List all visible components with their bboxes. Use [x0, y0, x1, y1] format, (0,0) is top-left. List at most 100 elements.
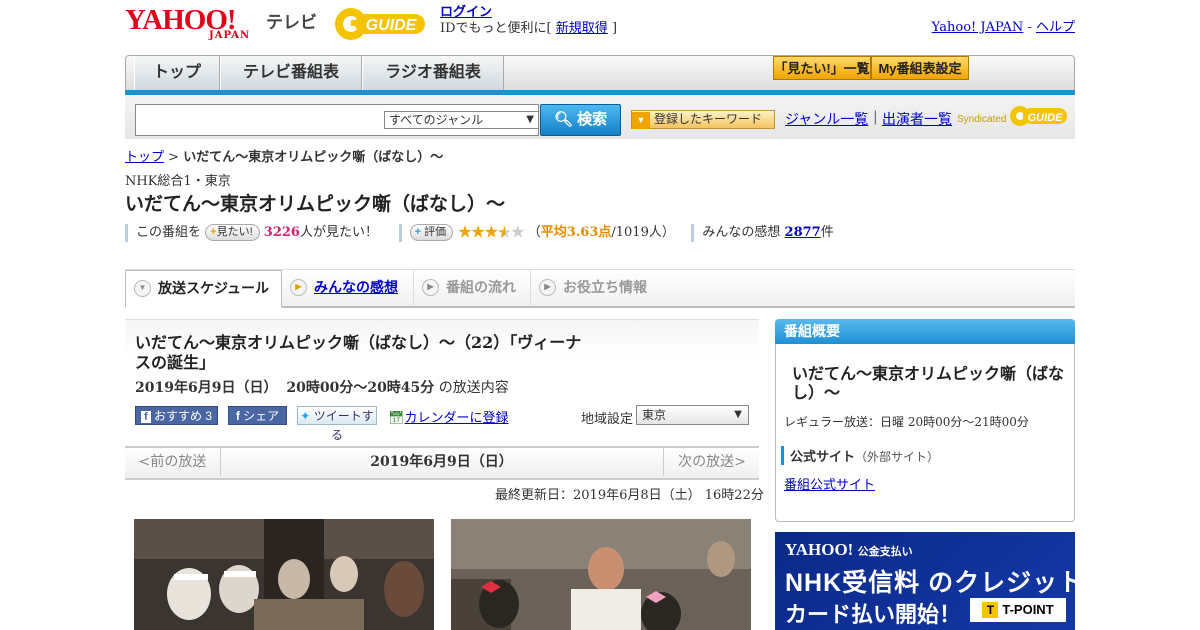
facebook-recommend-button[interactable]: f おすすめ 3 — [135, 406, 218, 425]
current-broadcast-date: 2019年6月9日（日） — [370, 454, 513, 470]
dropdown-triangle-icon: ▼ — [632, 112, 650, 129]
ad-logo-text: YAHOO! — [785, 540, 854, 559]
genre-list-link[interactable]: ジャンル一覧 — [785, 109, 868, 129]
breadcrumb-separator: > — [168, 150, 180, 165]
stat-divider — [125, 223, 128, 242]
tab-broadcast-schedule[interactable]: ▼ 放送スケジュール — [125, 270, 282, 308]
my-schedule-button[interactable]: My番組表設定 — [871, 56, 969, 80]
regular-broadcast-info: レギュラー放送：日曜 20時00分～21時00分 — [784, 415, 1029, 429]
ad-headline-2: カード払い開始！ — [785, 602, 962, 627]
next-broadcast-link[interactable]: 次の放送> — [663, 448, 760, 476]
g-guide-logo[interactable]: GUIDE — [333, 6, 433, 42]
facebook-icon: f — [140, 411, 151, 423]
tab-label: お役立ち情報 — [563, 279, 647, 295]
program-summary-heading: 番組概要 — [775, 319, 1075, 344]
average-score: 平均3.63点 — [540, 225, 612, 240]
official-site-link[interactable]: 番組公式サイト — [784, 474, 875, 493]
impressions-suffix: 件 — [820, 225, 834, 240]
impressions-count-link[interactable]: 2877 — [785, 225, 821, 240]
tab-useful-info: ▶ お役立ち情報 — [531, 270, 666, 306]
tv-label: テレビ — [266, 13, 317, 32]
t-point-icon: T — [982, 602, 999, 618]
breadcrumb-top-link[interactable]: トップ — [125, 150, 164, 165]
g-guide-logo-text: GUIDE — [366, 17, 418, 34]
program-tabs: ▼ 放送スケジュール ▶ みんなの感想 ▶ 番組の流れ ▶ お役立ち情報 — [125, 270, 1075, 308]
want-button[interactable]: +見たい! — [205, 224, 260, 241]
avg-prefix: （ — [527, 225, 541, 240]
nav-tab-radio-schedule[interactable]: ラジオ番組表 — [362, 56, 504, 90]
ad-logo-sub: 公金支払い — [857, 546, 913, 558]
episode-photo-2 — [451, 519, 751, 630]
page-title: いだてん～東京オリムピック噺（ばなし）～ — [125, 193, 506, 215]
avg-suffix: /1019人） — [611, 225, 675, 240]
logo-subtext: JAPAN — [209, 30, 251, 41]
want-count: 3226 — [263, 225, 300, 240]
facebook-share-label: シェア — [243, 409, 280, 423]
tweet-button[interactable]: ✦ ツイートする — [297, 406, 377, 442]
breadcrumb-current: いだてん～東京オリムピック噺（ばなし）～ — [183, 150, 444, 165]
want-prefix: この番組を — [136, 225, 202, 240]
want-button-label: 見たい! — [216, 226, 253, 238]
play-arrow-icon: ▶ — [539, 278, 556, 296]
facebook-share-button[interactable]: f シェア — [228, 406, 287, 425]
yahoo-japan-logo[interactable]: YAHOO! JAPAN — [125, 6, 265, 42]
half-star-icon: ★ — [497, 222, 512, 243]
facebook-icon: f — [235, 409, 240, 423]
registered-keyword-button[interactable]: ▼ 登録したキーワード — [631, 110, 775, 129]
syndicated-label: Syndicated — [957, 114, 1006, 125]
mitai-list-button[interactable]: 「見たい!」一覧 — [773, 56, 871, 80]
official-site-note: （外部サイト） — [855, 450, 940, 464]
t-point-badge: T T-POINT — [970, 598, 1066, 622]
breadcrumb: トップ > いだてん～東京オリムピック噺（ばなし）～ — [125, 146, 443, 165]
episode-date: 2019年6月9日（日） — [135, 380, 278, 396]
syndicated-g-guide-logo: Syndicated GUIDE — [957, 106, 1067, 126]
main-nav: トップ テレビ番組表 ラジオ番組表 「見たい!」一覧 My番組表設定 — [125, 55, 1075, 91]
register-link[interactable]: 新規取得 — [556, 21, 608, 36]
episode-title: いだてん～東京オリムピック噺（ばなし）～（22）「ヴィーナスの誕生」 — [135, 333, 582, 372]
rating-stars: ★★★★★ — [457, 222, 525, 243]
nav-tab-top[interactable]: トップ — [134, 56, 220, 90]
tab-impressions[interactable]: ▶ みんなの感想 — [282, 270, 414, 306]
login-block: ログイン IDでもっと便利に[ 新規取得 ] — [440, 5, 617, 37]
plus-icon: + — [414, 226, 422, 238]
official-site-heading-label: 公式サイト — [790, 450, 856, 465]
genre-select[interactable]: すべてのジャンル ▼ — [384, 111, 539, 129]
chevron-down-icon: ▼ — [134, 279, 151, 297]
region-select[interactable]: 東京 ▼ — [636, 405, 749, 425]
login-sub-prefix: IDでもっと便利に[ — [440, 21, 552, 36]
search-button[interactable]: 🔍︎ 検索 — [540, 104, 621, 136]
syndicated-guide-text: GUIDE — [1028, 112, 1064, 124]
play-arrow-icon: ▶ — [422, 278, 439, 296]
official-site-heading: 公式サイト（外部サイト） — [781, 446, 939, 465]
episode-datetime: 2019年6月9日（日） 20時00分～20時45分 の放送内容 — [135, 377, 509, 397]
ad-headline-1: NHK受信料 のクレジット — [785, 569, 1085, 597]
calendar-register[interactable]: 📅︎カレンダーに登録 — [388, 407, 509, 426]
tab-label: 放送スケジュール — [158, 280, 270, 296]
episode-time: 20時00分～20時45分 — [286, 380, 435, 396]
help-link[interactable]: ヘルプ — [1036, 20, 1075, 35]
want-suffix: 人が見たい！ — [299, 225, 378, 240]
facebook-recommend-label: おすすめ — [153, 409, 202, 423]
previous-broadcast-link[interactable]: <前の放送 — [125, 448, 221, 476]
chevron-down-icon: ▼ — [526, 114, 534, 125]
top-links: Yahoo! JAPAN - ヘルプ — [932, 16, 1075, 35]
rate-button-label: 評価 — [424, 226, 447, 238]
chevron-down-icon: ▼ — [734, 409, 742, 420]
ad-yahoo-logo: YAHOO! 公金支払い — [785, 540, 913, 560]
play-arrow-icon: ▶ — [290, 278, 307, 296]
channel-label: NHK総合1・東京 — [125, 174, 231, 189]
calendar-icon: 📅︎ — [388, 411, 405, 426]
episode-photo-1 — [134, 519, 434, 630]
nav-tab-tv-schedule[interactable]: テレビ番組表 — [220, 56, 362, 90]
stat-divider — [691, 223, 695, 242]
yahoo-japan-link[interactable]: Yahoo! JAPAN — [932, 20, 1024, 35]
rate-button[interactable]: + 評価 — [409, 224, 454, 241]
calendar-register-link[interactable]: カレンダーに登録 — [405, 411, 509, 426]
stat-divider — [398, 223, 402, 242]
empty-star-icon: ★ — [510, 222, 525, 243]
twitter-bird-icon: ✦ — [300, 409, 311, 423]
region-label: 地域設定 — [581, 412, 634, 427]
genre-select-value: すべてのジャンル — [389, 113, 484, 127]
performer-list-link[interactable]: 出演者一覧 — [882, 109, 952, 129]
login-link[interactable]: ログイン — [440, 5, 492, 20]
